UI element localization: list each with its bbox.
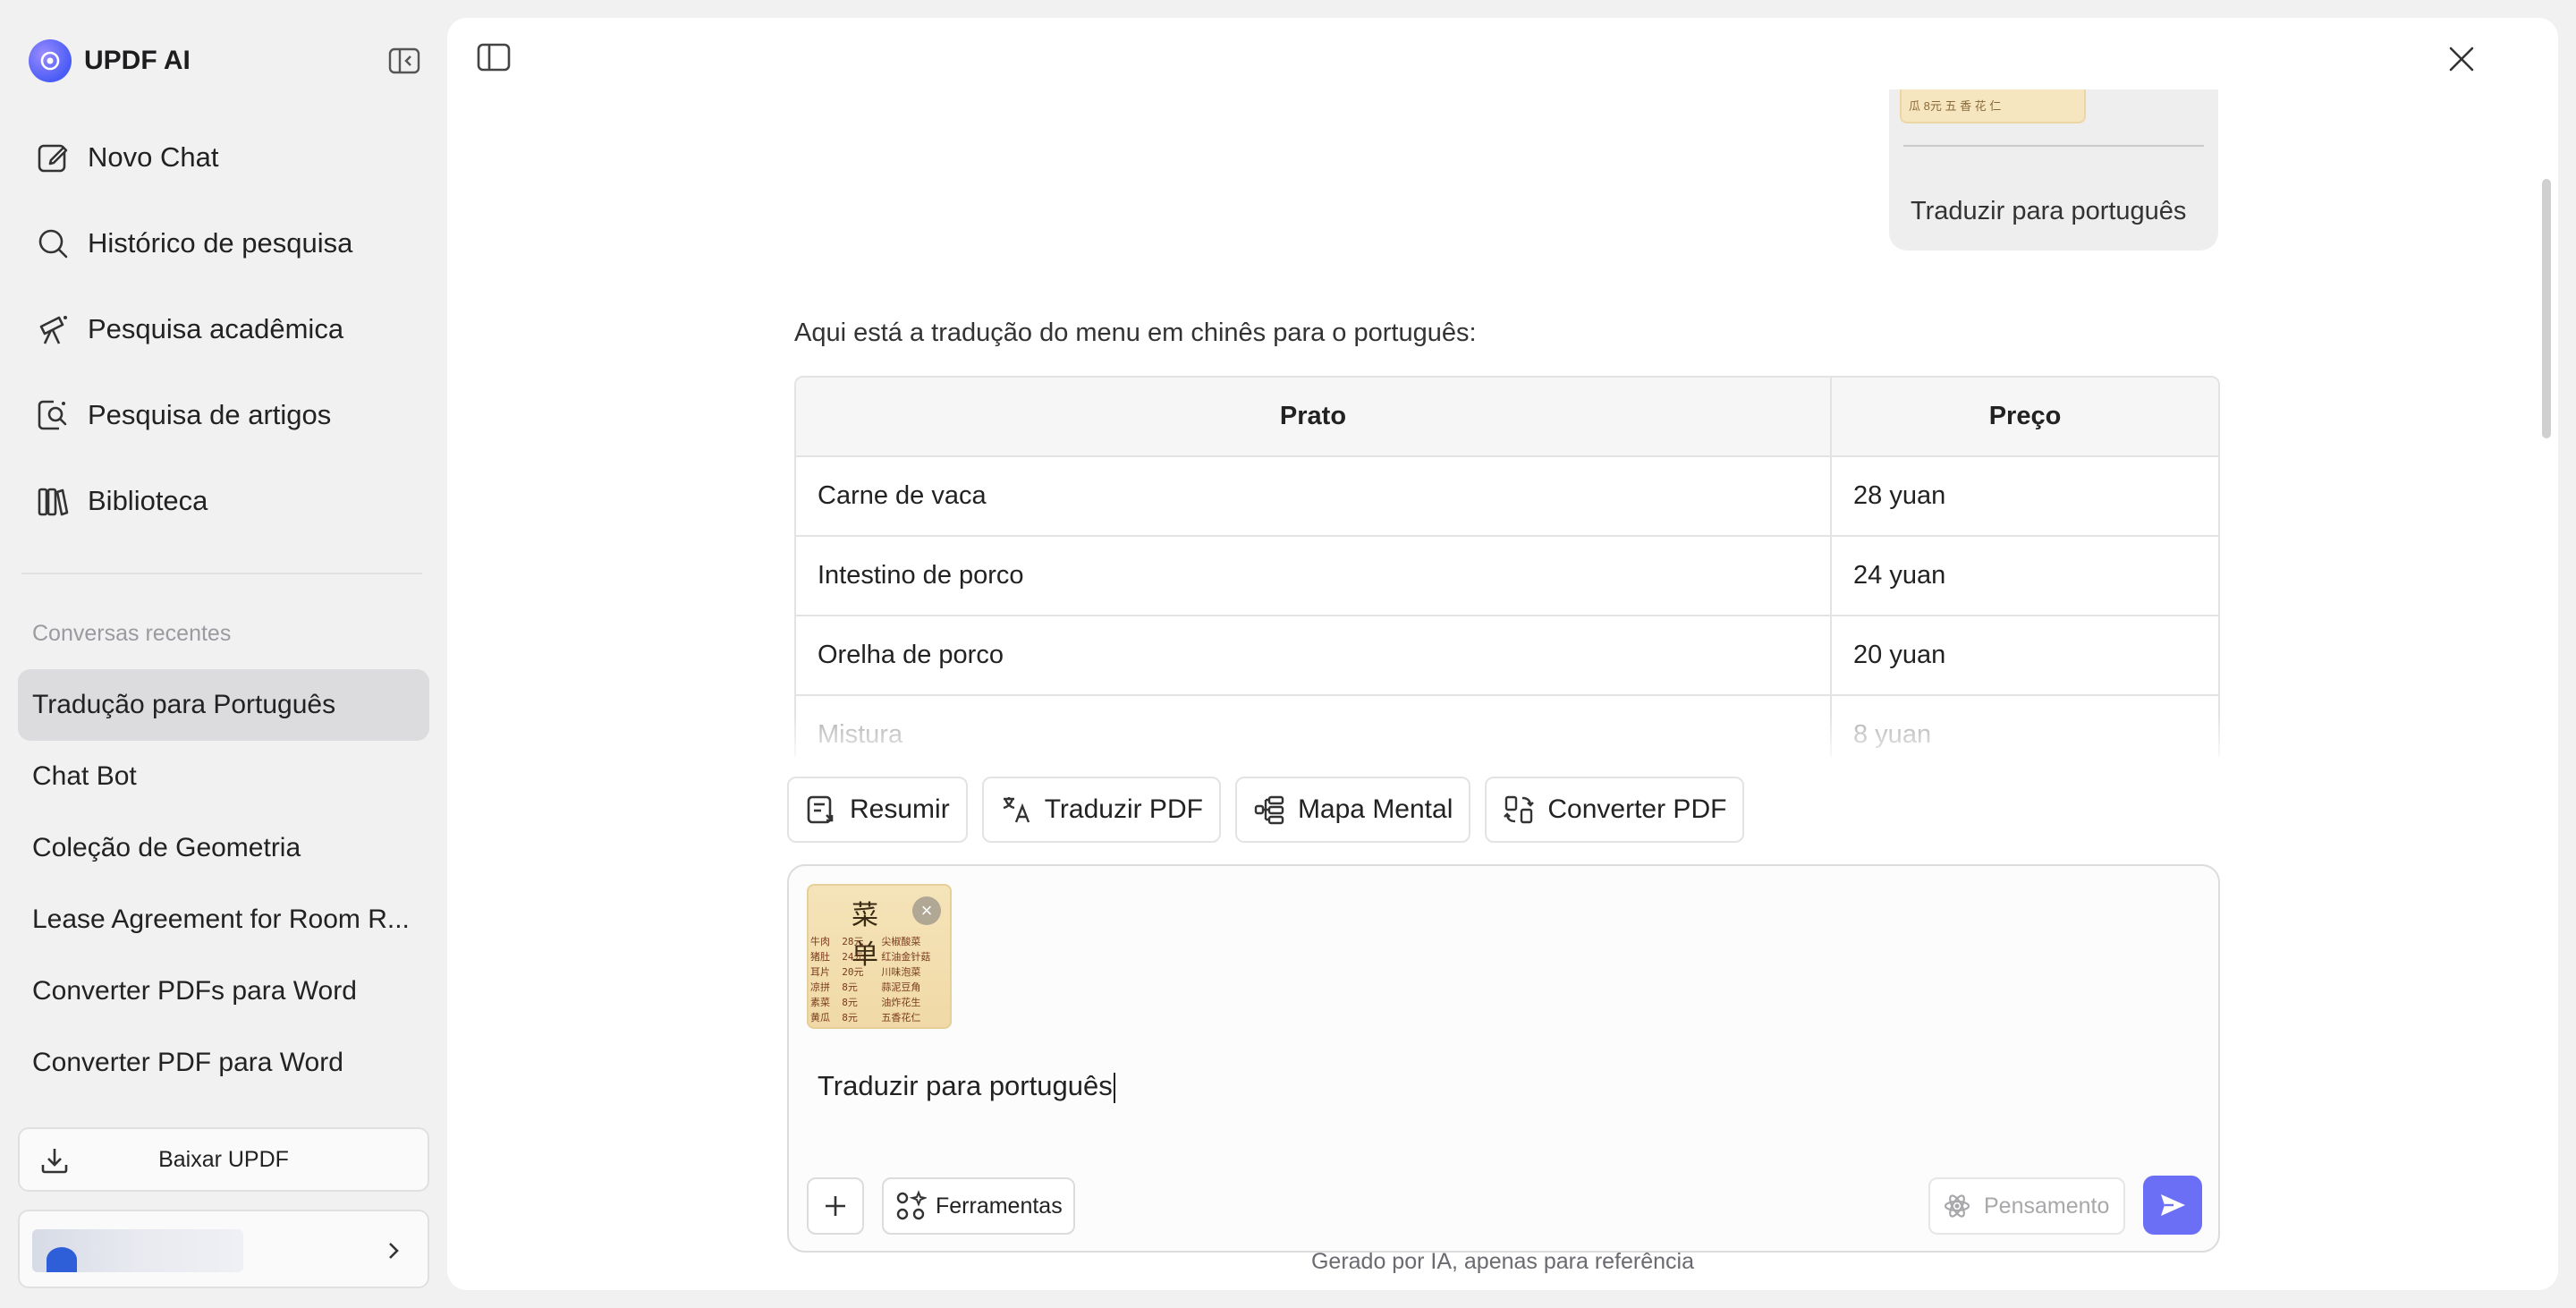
chat-panel: 瓜 8元 五 香 花 仁 Traduzir para português Aqu… <box>447 18 2558 1290</box>
sidebar-item-biblioteca[interactable]: Biblioteca <box>21 458 426 544</box>
recent-item[interactable]: Tradução para Português <box>18 669 429 741</box>
table-cell: Carne de vaca <box>796 457 1832 537</box>
translation-table: Prato Preço Carne de vaca 28 yuan Intest… <box>794 376 2220 757</box>
quick-tool-label: Mapa Mental <box>1297 794 1453 824</box>
text-caret <box>1113 1072 1115 1103</box>
table-cell: 24 yuan <box>1832 537 2218 616</box>
send-button[interactable] <box>2143 1176 2202 1235</box>
translate-icon <box>1003 797 1030 823</box>
edit-icon <box>38 144 68 173</box>
message-input-value: Traduzir para português <box>818 1070 1113 1101</box>
mind-map-button[interactable]: Mapa Mental <box>1234 777 1471 843</box>
table-cell: 28 yuan <box>1832 457 2218 537</box>
sidebar-item-label: Histórico de pesquisa <box>88 227 353 259</box>
updf-logo-icon <box>29 39 72 82</box>
quick-tools-bar: Resumir Traduzir PDF Mapa Mental Convert… <box>787 777 1758 843</box>
ai-disclaimer: Gerado por IA, apenas para referência <box>1310 1249 1695 1274</box>
table-cell: 20 yuan <box>1832 616 2218 696</box>
atom-icon <box>1944 1194 1970 1218</box>
quick-tool-label: Converter PDF <box>1547 794 1727 824</box>
sidebar-item-label: Pesquisa acadêmica <box>88 313 344 344</box>
convert-icon <box>1504 795 1535 824</box>
recent-conversations-list: Tradução para Português Chat Bot Coleção… <box>18 669 429 1099</box>
bubble-divider <box>1903 145 2204 147</box>
download-icon <box>41 1149 68 1174</box>
user-message-text: Traduzir para português <box>1911 197 2187 225</box>
message-input[interactable]: Traduzir para português <box>818 1070 1115 1103</box>
table-row: Carne de vaca 28 yuan <box>796 457 2218 537</box>
collapse-sidebar-icon[interactable] <box>386 45 422 77</box>
recent-item[interactable]: Chat Bot <box>18 741 429 812</box>
plus-icon <box>826 1196 845 1216</box>
brand[interactable]: UPDF AI <box>29 39 191 82</box>
recent-item[interactable]: Coleção de Geometria <box>18 812 429 884</box>
sidebar-nav: Novo Chat Histórico de pesquisa Pesquisa… <box>21 115 426 544</box>
sidebar-item-novo-chat[interactable]: Novo Chat <box>21 115 426 200</box>
convert-pdf-button[interactable]: Converter PDF <box>1485 777 1745 843</box>
chat-scrollbar[interactable] <box>2542 179 2551 438</box>
translate-pdf-button[interactable]: Traduzir PDF <box>981 777 1221 843</box>
tools-icon <box>896 1190 927 1220</box>
remove-attachment-icon[interactable]: × <box>912 896 941 925</box>
close-icon[interactable] <box>2447 45 2476 73</box>
download-updf-button[interactable]: Baixar UPDF <box>18 1127 429 1192</box>
sidebar-item-pesquisa-academica[interactable]: Pesquisa acadêmica <box>21 286 426 372</box>
scroll-fade <box>794 716 2220 757</box>
send-icon <box>2161 1194 2185 1216</box>
summarize-icon <box>807 795 834 824</box>
sidebar-item-historico[interactable]: Histórico de pesquisa <box>21 200 426 286</box>
avatar <box>32 1229 243 1272</box>
library-icon <box>38 488 69 516</box>
recent-conversations-title: Conversas recentes <box>32 621 232 646</box>
table-header-row: Prato Preço <box>796 378 2218 457</box>
add-attachment-button[interactable] <box>807 1177 864 1235</box>
table-row: Orelha de porco 20 yuan <box>796 616 2218 696</box>
sidebar-item-label: Novo Chat <box>88 141 219 173</box>
thinking-label: Pensamento <box>1984 1193 2110 1219</box>
download-label: Baixar UPDF <box>158 1146 289 1172</box>
toggle-panel-icon[interactable] <box>476 41 512 73</box>
attached-image-thumbnail[interactable]: 菜 单 牛肉 28元 尖椒酸菜 猪肚 24元 红油金针菇 耳片 20元 川味泡菜… <box>807 884 952 1029</box>
table-header-cell: Preço <box>1832 378 2218 457</box>
sidebar-item-pesquisa-artigos[interactable]: Pesquisa de artigos <box>21 372 426 458</box>
telescope-icon <box>39 316 67 344</box>
quick-tool-label: Traduzir PDF <box>1044 794 1203 824</box>
table-header-cell: Prato <box>796 378 1832 457</box>
doc-search-icon <box>38 400 67 430</box>
user-message-bubble: 瓜 8元 五 香 花 仁 Traduzir para português <box>1889 89 2218 251</box>
message-composer: 菜 单 牛肉 28元 尖椒酸菜 猪肚 24元 红油金针菇 耳片 20元 川味泡菜… <box>787 864 2220 1253</box>
chevron-right-icon <box>389 1243 399 1259</box>
sidebar: UPDF AI Novo Chat Histórico de pesquisa … <box>0 0 447 1308</box>
thumbnail-rows: 牛肉 28元 尖椒酸菜 猪肚 24元 红油金针菇 耳片 20元 川味泡菜 凉拼 … <box>810 936 931 1023</box>
recent-item[interactable]: Lease Agreement for Room R... <box>18 884 429 956</box>
tools-label: Ferramentas <box>936 1193 1063 1219</box>
tools-button[interactable]: Ferramentas <box>882 1177 1075 1235</box>
search-icon <box>38 229 68 259</box>
thinking-toggle[interactable]: Pensamento <box>1928 1177 2125 1235</box>
summarize-button[interactable]: Resumir <box>787 777 968 843</box>
table-cell: Intestino de porco <box>796 537 1832 616</box>
account-button[interactable] <box>18 1210 429 1288</box>
table-row: Intestino de porco 24 yuan <box>796 537 2218 616</box>
table-cell: Orelha de porco <box>796 616 1832 696</box>
sidebar-item-label: Biblioteca <box>88 485 208 516</box>
recent-item[interactable]: Converter PDFs para Word <box>18 956 429 1027</box>
app-name: UPDF AI <box>84 46 191 75</box>
quick-tool-label: Resumir <box>850 794 950 824</box>
mind-map-icon <box>1254 795 1284 825</box>
sidebar-divider <box>21 573 422 574</box>
assistant-answer-intro: Aqui está a tradução do menu em chinês p… <box>794 319 1477 347</box>
recent-item[interactable]: Converter PDF para Word <box>18 1027 429 1099</box>
sidebar-item-label: Pesquisa de artigos <box>88 399 332 430</box>
attachment-thumbnail[interactable]: 瓜 8元 五 香 花 仁 <box>1900 89 2086 123</box>
